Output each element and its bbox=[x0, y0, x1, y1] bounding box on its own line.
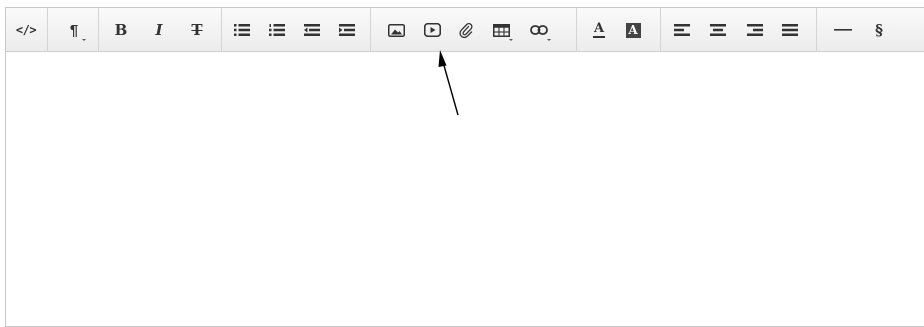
code-view-button[interactable]: </> bbox=[13, 18, 39, 42]
chevron-down-icon bbox=[547, 39, 551, 41]
bold-button[interactable]: B bbox=[108, 18, 134, 42]
table-icon bbox=[492, 23, 510, 37]
paragraph-icon: ¶ bbox=[69, 21, 79, 39]
paperclip-icon bbox=[459, 22, 473, 38]
rich-text-editor: </> ¶ B I T A A § bbox=[5, 7, 924, 327]
code-icon: </> bbox=[15, 23, 37, 37]
editor-toolbar: </> ¶ B I T A A § bbox=[6, 8, 924, 52]
bold-icon: B bbox=[114, 20, 128, 39]
toolbar-separator bbox=[221, 8, 222, 51]
background-color-button[interactable]: A bbox=[620, 18, 646, 42]
align-left-button[interactable] bbox=[669, 18, 695, 42]
outdent-icon bbox=[304, 24, 320, 36]
paragraph-format-button[interactable]: ¶ bbox=[61, 18, 87, 42]
chevron-down-icon bbox=[82, 39, 86, 41]
font-color-button[interactable]: A bbox=[586, 18, 612, 42]
horizontal-line-icon bbox=[834, 29, 852, 31]
strikethrough-button[interactable]: T bbox=[184, 18, 210, 42]
strikethrough-icon: T bbox=[191, 20, 203, 39]
ordered-list-icon bbox=[269, 24, 285, 36]
section-sign-icon: § bbox=[875, 20, 883, 39]
align-justify-icon bbox=[782, 24, 798, 36]
horizontal-rule-button[interactable] bbox=[830, 18, 856, 42]
image-icon bbox=[387, 23, 405, 37]
align-justify-button[interactable] bbox=[777, 18, 803, 42]
toolbar-separator bbox=[816, 8, 817, 51]
toolbar-separator bbox=[660, 8, 661, 51]
chevron-down-icon bbox=[509, 39, 513, 41]
font-color-icon: A bbox=[593, 21, 605, 38]
special-characters-button[interactable]: § bbox=[866, 18, 892, 42]
italic-button[interactable]: I bbox=[146, 18, 172, 42]
insert-video-button[interactable] bbox=[419, 18, 445, 42]
numbered-list-button[interactable] bbox=[264, 18, 290, 42]
background-color-icon: A bbox=[625, 22, 641, 38]
editor-content-area[interactable] bbox=[6, 52, 924, 326]
insert-link-button[interactable] bbox=[526, 18, 552, 42]
align-center-icon bbox=[710, 24, 726, 36]
indent-icon bbox=[339, 24, 355, 36]
align-right-icon bbox=[747, 24, 763, 36]
bulleted-list-button[interactable] bbox=[229, 18, 255, 42]
italic-icon: I bbox=[155, 20, 163, 39]
toolbar-separator bbox=[98, 8, 99, 51]
align-right-button[interactable] bbox=[742, 18, 768, 42]
unordered-list-icon bbox=[234, 24, 250, 36]
insert-table-button[interactable] bbox=[488, 18, 514, 42]
link-icon bbox=[530, 25, 548, 35]
align-center-button[interactable] bbox=[705, 18, 731, 42]
insert-file-button[interactable] bbox=[453, 18, 479, 42]
outdent-button[interactable] bbox=[299, 18, 325, 42]
toolbar-separator bbox=[47, 8, 48, 51]
indent-button[interactable] bbox=[334, 18, 360, 42]
video-play-icon bbox=[423, 23, 441, 37]
toolbar-separator bbox=[576, 8, 577, 51]
toolbar-separator bbox=[370, 8, 371, 51]
insert-image-button[interactable] bbox=[383, 18, 409, 42]
align-left-icon bbox=[674, 24, 690, 36]
